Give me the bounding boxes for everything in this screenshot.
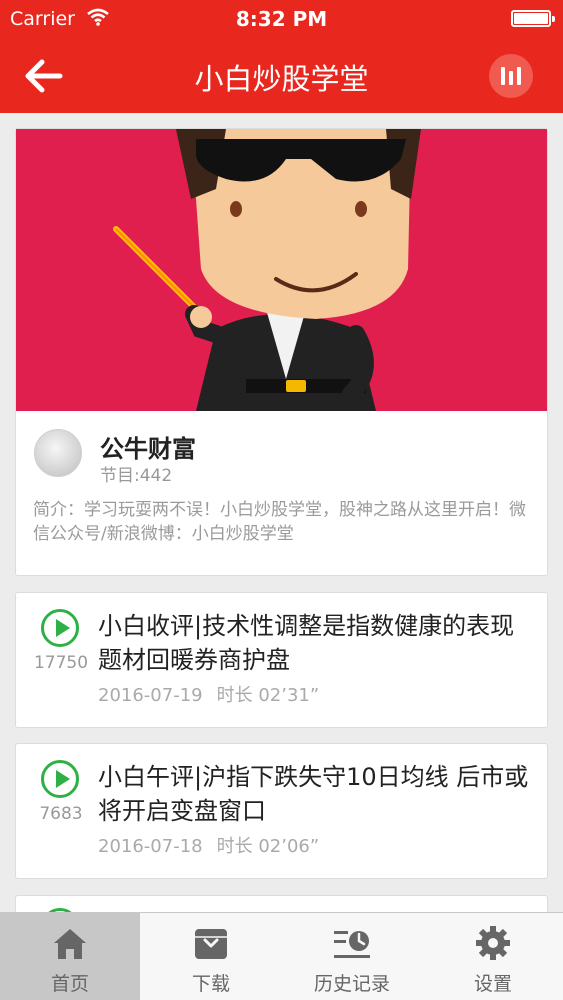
battery-icon — [511, 10, 555, 27]
episode-item[interactable]: 7683 小白午评|沪指下跌失守10日均线 后市或将开启变盘窗口 2016-07… — [15, 743, 548, 879]
channel-avatar[interactable] — [34, 429, 82, 477]
episode-duration: 时长 02’06” — [216, 836, 320, 857]
tab-bar: 首页 下载 历史记录 设置 — [0, 912, 563, 1000]
tab-label: 下载 — [191, 973, 230, 995]
gear-icon — [476, 926, 510, 960]
episode-meta: 2016-07-18 时长 02’06” — [98, 832, 319, 858]
history-icon — [334, 931, 370, 958]
cartoon-host-illustration — [113, 129, 421, 411]
download-icon — [195, 929, 227, 959]
clock: 8:32 PM — [235, 7, 328, 31]
tab-settings[interactable]: 设置 — [423, 913, 563, 1000]
play-count: 17750 — [33, 653, 89, 673]
episode-duration: 时长 02’31” — [216, 685, 320, 706]
episode-title[interactable]: 小白午评|沪指下跌失守10日均线 后市或将开启变盘窗口 — [98, 760, 538, 828]
home-icon — [54, 929, 86, 959]
play-count: 7683 — [39, 804, 83, 824]
episode-date: 2016-07-19 — [98, 685, 203, 706]
play-icon[interactable] — [41, 760, 79, 798]
tab-label: 设置 — [473, 973, 512, 995]
channel-intro: 简介：学习玩耍两不误！小白炒股学堂，股神之路从这里开启！微信公众号/新浪微博：小… — [33, 500, 526, 544]
channel-card: 公牛财富 节目:442 简介：学习玩耍两不误！小白炒股学堂，股神之路从这里开启！… — [15, 128, 548, 576]
episode-meta: 2016-07-19 时长 02’31” — [98, 681, 319, 707]
channel-name: 公牛财富 — [100, 435, 196, 463]
tab-label: 首页 — [50, 973, 89, 995]
tab-home[interactable]: 首页 — [0, 913, 140, 1000]
bars-icon[interactable] — [489, 54, 533, 98]
program-count: 节目:442 — [100, 466, 173, 486]
page-title: 小白炒股学堂 — [194, 62, 369, 96]
tab-label: 历史记录 — [313, 973, 390, 995]
status-bar: Carrier 8:32 PM — [0, 0, 563, 38]
episode-title[interactable]: 小白收评|技术性调整是指数健康的表现 题材回暖券商护盘 — [98, 609, 538, 677]
tab-history[interactable]: 历史记录 — [282, 913, 422, 1000]
tab-download[interactable]: 下载 — [141, 913, 281, 1000]
episode-item[interactable]: 17750 小白收评|技术性调整是指数健康的表现 题材回暖券商护盘 2016-0… — [15, 592, 548, 728]
channel-banner — [16, 129, 547, 411]
nav-bar: 小白炒股学堂 — [0, 38, 563, 113]
play-icon[interactable] — [41, 609, 79, 647]
episode-date: 2016-07-18 — [98, 836, 203, 857]
